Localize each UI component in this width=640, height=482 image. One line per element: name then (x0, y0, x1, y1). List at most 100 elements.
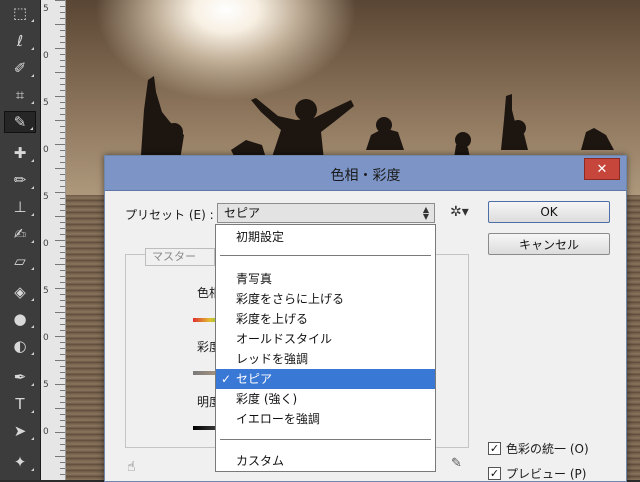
ruler-tick (60, 204, 65, 205)
dropdown-separator (220, 439, 431, 440)
preset-option[interactable]: 青写真 (216, 269, 435, 289)
ruler-label: 5 (43, 4, 49, 14)
history-brush-icon[interactable]: ✍ (4, 223, 36, 245)
colorize-label: 色彩の統一 (O) (506, 442, 589, 456)
tool-group-indicator (31, 410, 34, 413)
ruler-tick (55, 96, 65, 97)
preset-option-label: レッドを強調 (236, 352, 309, 366)
ruler-tick (55, 24, 65, 25)
hand-target-adjust-icon[interactable]: ☝ (127, 459, 136, 475)
colorize-checkbox-row[interactable]: ✓ 色彩の統一 (O) (488, 440, 589, 457)
ruler-tick (60, 474, 65, 475)
ruler-tick (60, 342, 65, 343)
silhouette-head-1 (165, 123, 183, 141)
channel-select[interactable]: マスター (145, 248, 215, 266)
preset-option[interactable]: カスタム (216, 451, 435, 471)
close-icon: ✕ (596, 161, 608, 177)
dialog-titlebar[interactable]: 色相・彩度 ✕ (105, 156, 626, 191)
preset-option-label: セピア (236, 372, 273, 386)
ruler-tick (60, 210, 65, 211)
preview-checkbox[interactable]: ✓ (488, 467, 501, 480)
ruler-tick (60, 60, 65, 61)
type-icon-glyph: T (15, 395, 25, 413)
ruler-tick (60, 372, 65, 373)
ruler-label: 0 (43, 145, 49, 155)
ruler-tick (60, 222, 65, 223)
blur-icon-glyph: ● (13, 310, 27, 328)
ruler-tick (60, 234, 65, 235)
ruler-tick (55, 168, 65, 169)
shape-icon[interactable]: ✦ (4, 451, 36, 473)
crop-icon[interactable]: ⌗ (4, 84, 36, 106)
ok-button[interactable]: OK (488, 201, 610, 223)
ruler-tick (60, 30, 65, 31)
ruler-tick (55, 192, 65, 193)
spot-healing-icon-glyph: ✚ (13, 144, 27, 162)
crop-icon-glyph: ⌗ (15, 86, 25, 104)
ruler-tick (55, 360, 65, 361)
ruler-tick (60, 90, 65, 91)
ruler-tick (60, 228, 65, 229)
path-selection-icon[interactable]: ➤ (4, 420, 36, 442)
ruler-tick (55, 48, 65, 49)
lasso-icon[interactable]: ℓ (4, 30, 36, 52)
dialog-title: 色相・彩度 (330, 168, 401, 184)
preset-option-label: 青写真 (236, 272, 273, 286)
ruler-label: 0 (43, 239, 49, 249)
dodge-icon[interactable]: ◐ (4, 335, 36, 357)
ruler-tick (60, 276, 65, 277)
type-icon[interactable]: T (4, 393, 36, 415)
ruler-tick (55, 0, 65, 1)
preset-option[interactable]: 初期設定 (216, 227, 435, 247)
clone-stamp-icon[interactable]: ⊥ (4, 196, 36, 218)
ruler-tick (55, 336, 65, 337)
checkmark-icon: ✓ (221, 372, 232, 386)
eyedropper-icon[interactable]: ✎ (4, 111, 36, 133)
marquee-icon[interactable]: ⬚ (4, 2, 36, 24)
preset-option[interactable]: レッドを強調 (216, 349, 435, 369)
ruler-tick (60, 54, 65, 55)
ruler-tick (60, 420, 65, 421)
eyedropper-minus-icon[interactable]: ✎ (451, 456, 462, 471)
cancel-button[interactable]: キャンセル (488, 233, 610, 255)
tool-group-indicator (31, 352, 34, 355)
preset-option[interactable]: 彩度 (強く) (216, 389, 435, 409)
tool-group-indicator (31, 468, 34, 471)
preview-checkbox-row[interactable]: ✓ プレビュー (P) (488, 465, 586, 482)
preset-option[interactable]: ✓ セピア (216, 369, 435, 389)
preset-option[interactable]: 彩度をさらに上げる (216, 289, 435, 309)
blur-icon[interactable]: ● (4, 308, 36, 330)
preset-option-label: 彩度を上げる (236, 312, 309, 326)
tools-panel: ⬚ ℓ ✐ ⌗ ✎ ✚ ✏ ⊥ ✍ ▱ ◈ ● ◐ ✒ T ➤ ✦ (0, 0, 41, 480)
ruler-tick (55, 264, 65, 265)
brush-icon[interactable]: ✏ (4, 169, 36, 191)
ruler-tick (60, 174, 65, 175)
eraser-icon[interactable]: ▱ (4, 250, 36, 272)
preset-option[interactable]: 彩度を上げる (216, 309, 435, 329)
preset-option[interactable]: オールドスタイル (216, 329, 435, 349)
preset-label: プリセット (E) : (125, 208, 214, 222)
preset-select[interactable]: セピア ▲ ▼ (217, 203, 435, 223)
silhouette-head-6 (510, 120, 526, 136)
ruler-label: 5 (43, 98, 49, 108)
tool-group-indicator (31, 240, 34, 243)
paint-bucket-icon[interactable]: ◈ (4, 281, 36, 303)
ruler-tick (60, 78, 65, 79)
path-selection-icon-glyph: ➤ (13, 422, 27, 440)
preset-options-gear-icon[interactable]: ✲▾ (450, 204, 469, 220)
preset-option[interactable]: イエローを強調 (216, 409, 435, 429)
close-button[interactable]: ✕ (584, 158, 620, 180)
ruler-tick (60, 42, 65, 43)
spot-healing-icon[interactable]: ✚ (4, 142, 36, 164)
colorize-checkbox[interactable]: ✓ (488, 442, 501, 455)
tool-group-indicator (31, 159, 34, 162)
ruler-tick (60, 414, 65, 415)
ruler-tick (60, 348, 65, 349)
pen-icon[interactable]: ✒ (4, 366, 36, 388)
quick-selection-icon[interactable]: ✐ (4, 57, 36, 79)
pen-icon-glyph: ✒ (13, 368, 27, 386)
eraser-icon-glyph: ▱ (14, 252, 26, 270)
clone-stamp-icon-glyph: ⊥ (13, 198, 27, 216)
ruler-tick (60, 444, 65, 445)
preset-option-label: オールドスタイル (236, 332, 333, 346)
